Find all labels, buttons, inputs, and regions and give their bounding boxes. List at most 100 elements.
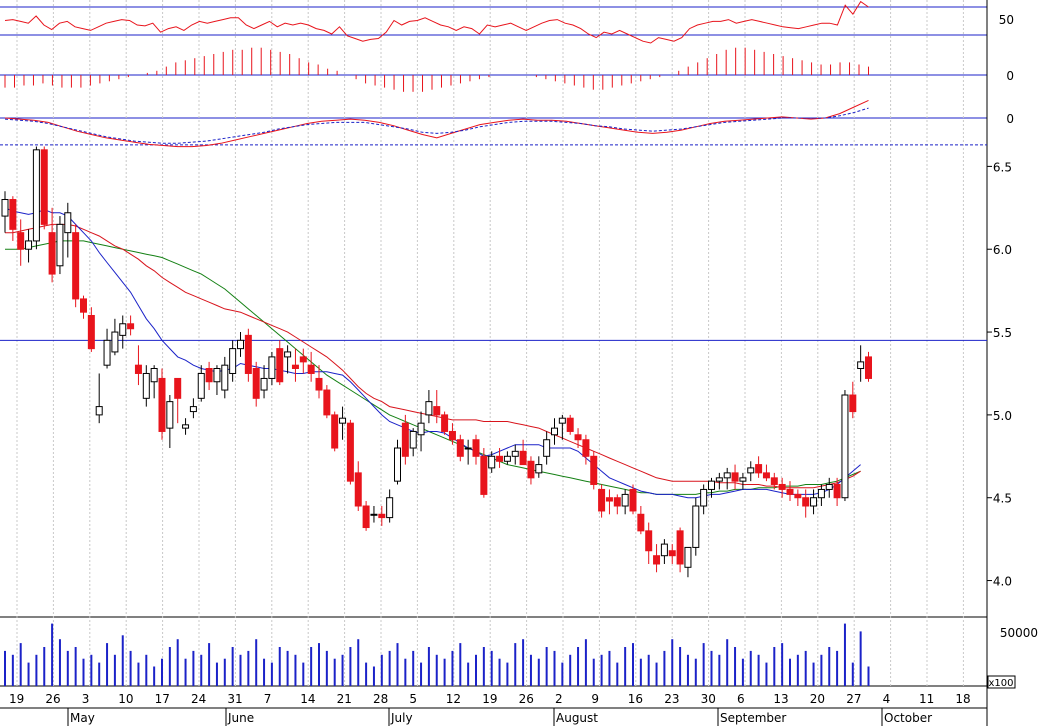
candle <box>244 328 252 382</box>
candle-body <box>433 406 441 416</box>
candle-body <box>472 439 480 457</box>
date-label: 26 <box>519 692 534 706</box>
candle-body <box>778 483 786 490</box>
candle-body <box>150 368 158 383</box>
month-label: September <box>720 711 786 725</box>
candle <box>72 224 80 308</box>
candle-body <box>205 368 213 383</box>
candle-body <box>252 368 260 399</box>
date-label: 23 <box>664 692 679 706</box>
candle <box>566 414 574 435</box>
candle-body <box>849 394 857 413</box>
candle-body <box>276 348 284 383</box>
date-label: 30 <box>701 692 716 706</box>
candle <box>362 501 370 531</box>
candle-body <box>653 555 661 565</box>
date-label: 9 <box>591 692 599 706</box>
price-tick-label: 6.5 <box>993 160 1012 174</box>
candle-body <box>543 439 551 457</box>
candle <box>323 385 331 419</box>
candle-body <box>621 493 629 507</box>
rsi-tick-label: 50 <box>999 13 1014 27</box>
candle-body <box>488 455 496 469</box>
candle-body <box>598 488 606 512</box>
month-label: July <box>390 711 413 725</box>
candle-body <box>441 414 449 432</box>
candle-body <box>119 323 127 336</box>
candle-body <box>307 364 315 374</box>
month-label: June <box>227 711 254 725</box>
candle-body <box>339 417 347 424</box>
date-label: 19 <box>9 692 24 706</box>
candle-body <box>817 488 825 499</box>
price-tick-label: 5.0 <box>993 409 1012 423</box>
date-label: 24 <box>191 692 206 706</box>
date-label: 10 <box>118 692 133 706</box>
candle-body <box>221 364 229 391</box>
candle-body <box>551 427 558 436</box>
candle <box>865 351 872 382</box>
candle-body <box>511 450 519 457</box>
candle-body <box>260 377 268 391</box>
candle-body <box>786 488 794 495</box>
date-label: 11 <box>919 692 934 706</box>
candle-body <box>229 348 237 374</box>
date-label: 27 <box>846 692 861 706</box>
candle-body <box>708 480 715 490</box>
candle-body <box>244 334 252 374</box>
candle-body <box>189 406 197 413</box>
candle-body <box>731 472 739 482</box>
candle-body <box>613 497 621 507</box>
candle <box>841 390 849 502</box>
candle-body <box>103 339 111 366</box>
candle-body <box>346 422 354 482</box>
candle-body <box>158 377 166 432</box>
date-label: 6 <box>737 692 745 706</box>
candle-body <box>833 483 841 499</box>
candle-body <box>182 424 190 429</box>
candle-body <box>865 356 872 379</box>
candle-body <box>32 149 40 242</box>
candle-body <box>841 394 849 499</box>
candle-body <box>794 493 802 499</box>
candle-body <box>558 417 566 424</box>
candle-body <box>527 460 535 479</box>
candle-body <box>197 372 205 399</box>
candle-body <box>676 530 684 565</box>
candle-body <box>825 483 833 490</box>
price-tick-label: 4.0 <box>993 575 1012 589</box>
candle-body <box>755 464 763 474</box>
candle-body <box>739 477 747 482</box>
candle-body <box>40 149 48 225</box>
candle-body <box>362 505 370 529</box>
candle-body <box>810 497 818 507</box>
candle-body <box>605 497 613 502</box>
date-label: 12 <box>446 692 461 706</box>
candle-body <box>645 530 653 552</box>
candle-body <box>857 361 865 369</box>
candle <box>346 419 354 485</box>
candle-body <box>394 447 401 482</box>
volume-tick-label: 50000 <box>1000 626 1038 640</box>
candle-body <box>417 422 425 436</box>
candle-body <box>299 356 307 363</box>
candle-body <box>1 199 9 217</box>
candle-body <box>386 497 394 519</box>
candle-body <box>448 430 456 441</box>
month-label: October <box>884 711 932 725</box>
candle-body <box>25 240 33 250</box>
date-label: 20 <box>810 692 825 706</box>
candle-body <box>237 339 244 350</box>
candle-body <box>480 455 488 495</box>
date-label: 21 <box>337 692 352 706</box>
candle-body <box>574 434 582 441</box>
price-tick-label: 4.5 <box>993 492 1012 506</box>
candle-body <box>56 223 64 267</box>
candle-body <box>378 513 386 519</box>
candle-body <box>80 298 87 313</box>
date-label: 14 <box>300 692 315 706</box>
candle <box>692 497 700 556</box>
candle-body <box>762 472 770 479</box>
candle-body <box>700 488 708 507</box>
histogram-tick-label: 0 <box>1006 69 1014 83</box>
